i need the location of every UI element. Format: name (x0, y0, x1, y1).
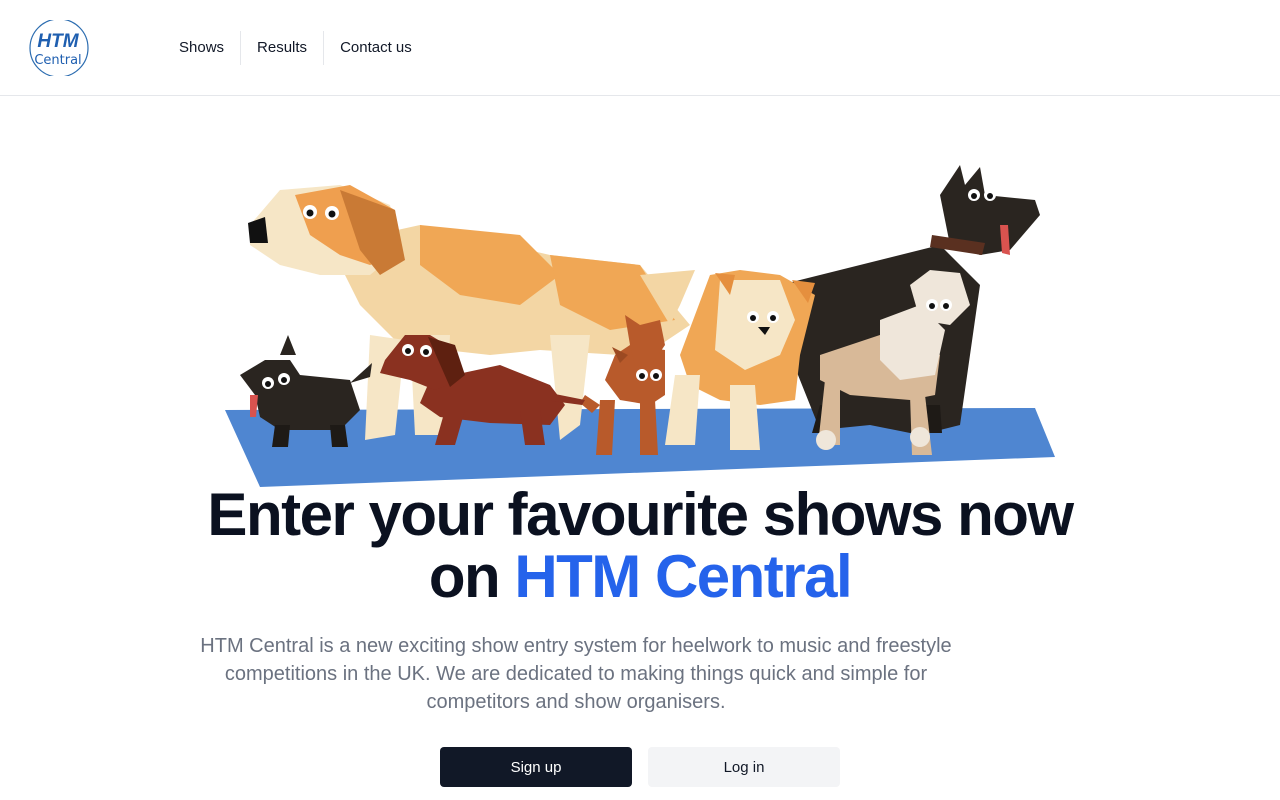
hero-headline: Enter your favourite shows now on HTM Ce… (0, 484, 1280, 608)
site-header: HTM Central Shows Results Contact us (0, 0, 1280, 96)
main-nav: Shows Results Contact us (163, 31, 428, 65)
logo-text-htm: HTM (37, 31, 79, 52)
nav-results-link[interactable]: Results (241, 31, 323, 65)
headline-line1: Enter your favourite shows now (207, 481, 1074, 548)
log-in-button[interactable]: Log in (648, 747, 840, 787)
htm-central-logo[interactable]: HTM Central (28, 20, 90, 76)
logo-text-central: Central (34, 53, 81, 68)
nav-shows-link[interactable]: Shows (163, 31, 240, 65)
dogs-illustration (225, 165, 1055, 487)
headline-accent: HTM Central (514, 543, 852, 610)
nav-contact-link[interactable]: Contact us (324, 31, 428, 65)
headline-line2-prefix: on (428, 543, 501, 610)
hero-description: HTM Central is a new exciting show entry… (200, 635, 952, 713)
sign-up-button[interactable]: Sign up (440, 747, 632, 787)
